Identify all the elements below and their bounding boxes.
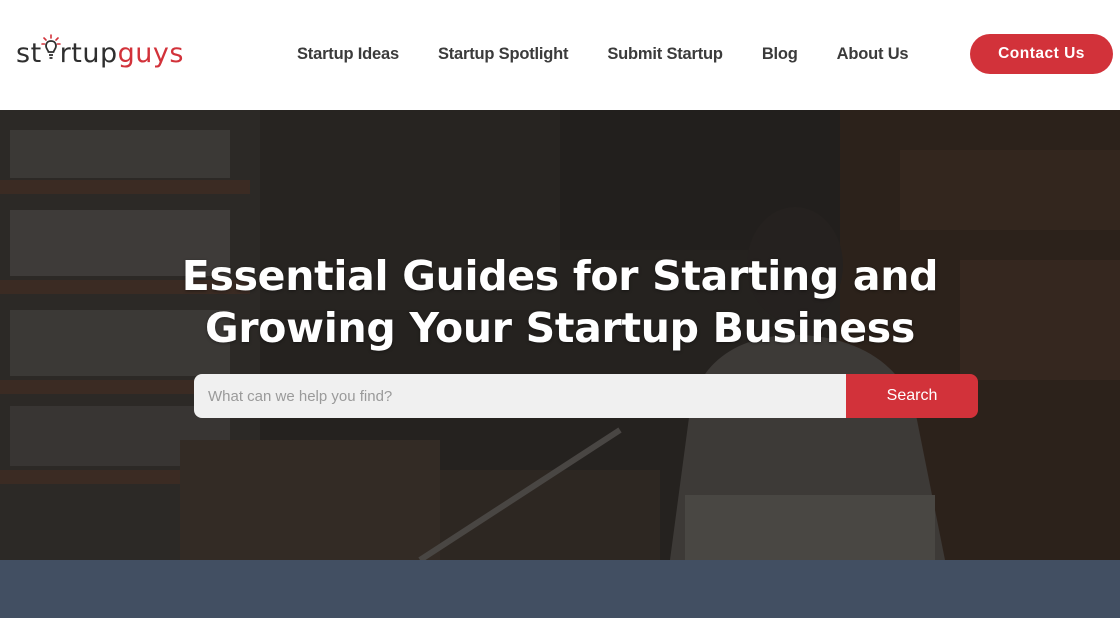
logo-text-st: st (16, 38, 42, 69)
hero-title: Essential Guides for Starting and Growin… (0, 250, 1120, 354)
search-button[interactable]: Search (846, 374, 978, 418)
lightbulb-icon (40, 34, 61, 62)
hero-title-line2: Growing Your Startup Business (205, 304, 915, 352)
nav-blog[interactable]: Blog (762, 42, 798, 66)
main-nav: Startup Ideas Startup Spotlight Submit S… (297, 42, 909, 66)
nav-startup-spotlight[interactable]: Startup Spotlight (438, 42, 569, 66)
content-band (0, 560, 1120, 618)
hero-section: Essential Guides for Starting and Growin… (0, 110, 1120, 560)
contact-us-button[interactable]: Contact Us (970, 34, 1113, 74)
nav-startup-ideas[interactable]: Startup Ideas (297, 42, 399, 66)
nav-about-us[interactable]: About Us (837, 42, 909, 66)
search-input[interactable] (194, 374, 846, 418)
startupguys-logo[interactable]: st rtup guys (16, 34, 184, 74)
search-form: Search (194, 374, 978, 418)
site-header: st rtup guys Startup Ideas Startup Spotl… (0, 0, 1120, 110)
logo-text-guys: guys (117, 38, 184, 69)
hero-title-line1: Essential Guides for Starting and (181, 252, 939, 300)
nav-submit-startup[interactable]: Submit Startup (607, 42, 723, 66)
logo-text-rtup: rtup (59, 38, 118, 69)
